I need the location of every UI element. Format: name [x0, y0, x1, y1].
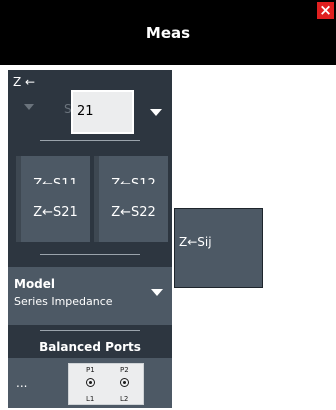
port-l1-label: L1: [86, 395, 95, 403]
port-2-icon: [120, 378, 129, 387]
divider: [40, 330, 140, 331]
divider: [40, 140, 140, 141]
close-button[interactable]: ×: [317, 2, 334, 19]
s-parameter-input[interactable]: 21: [71, 90, 134, 134]
dialog-title: Meas: [145, 24, 191, 42]
port-1-icon: [86, 378, 95, 387]
ports-diagram: P1 P2 L1 L2: [68, 363, 144, 405]
port-l2-label: L2: [120, 395, 129, 403]
button-z-s21[interactable]: Z←S21: [16, 184, 90, 242]
button-z-s22[interactable]: Z←S22: [94, 184, 168, 242]
chevron-down-icon: [151, 289, 163, 296]
divider: [40, 254, 140, 255]
model-selector[interactable]: Model Series Impedance: [8, 267, 172, 325]
port-p2-label: P2: [120, 366, 129, 374]
model-value: Series Impedance: [14, 295, 113, 308]
header-bar: Meas ×: [0, 0, 336, 65]
port-p1-label: P1: [86, 366, 95, 374]
balanced-ports-title: Balanced Ports: [39, 340, 141, 354]
model-label: Model: [14, 277, 56, 291]
z-label: Z ←: [13, 75, 36, 89]
side-panel: Z ← S 21 Z←S11 Z←S12 Z←S21 Z←S22 Model S…: [8, 70, 172, 408]
s-dropdown-disabled-icon: [24, 104, 34, 110]
balanced-ports-button[interactable]: ... P1 P2 L1 L2: [8, 358, 172, 408]
more-dots: ...: [16, 376, 28, 390]
popout-button-z-sij[interactable]: Z←Sij: [174, 208, 263, 288]
chevron-down-icon[interactable]: [138, 90, 172, 134]
